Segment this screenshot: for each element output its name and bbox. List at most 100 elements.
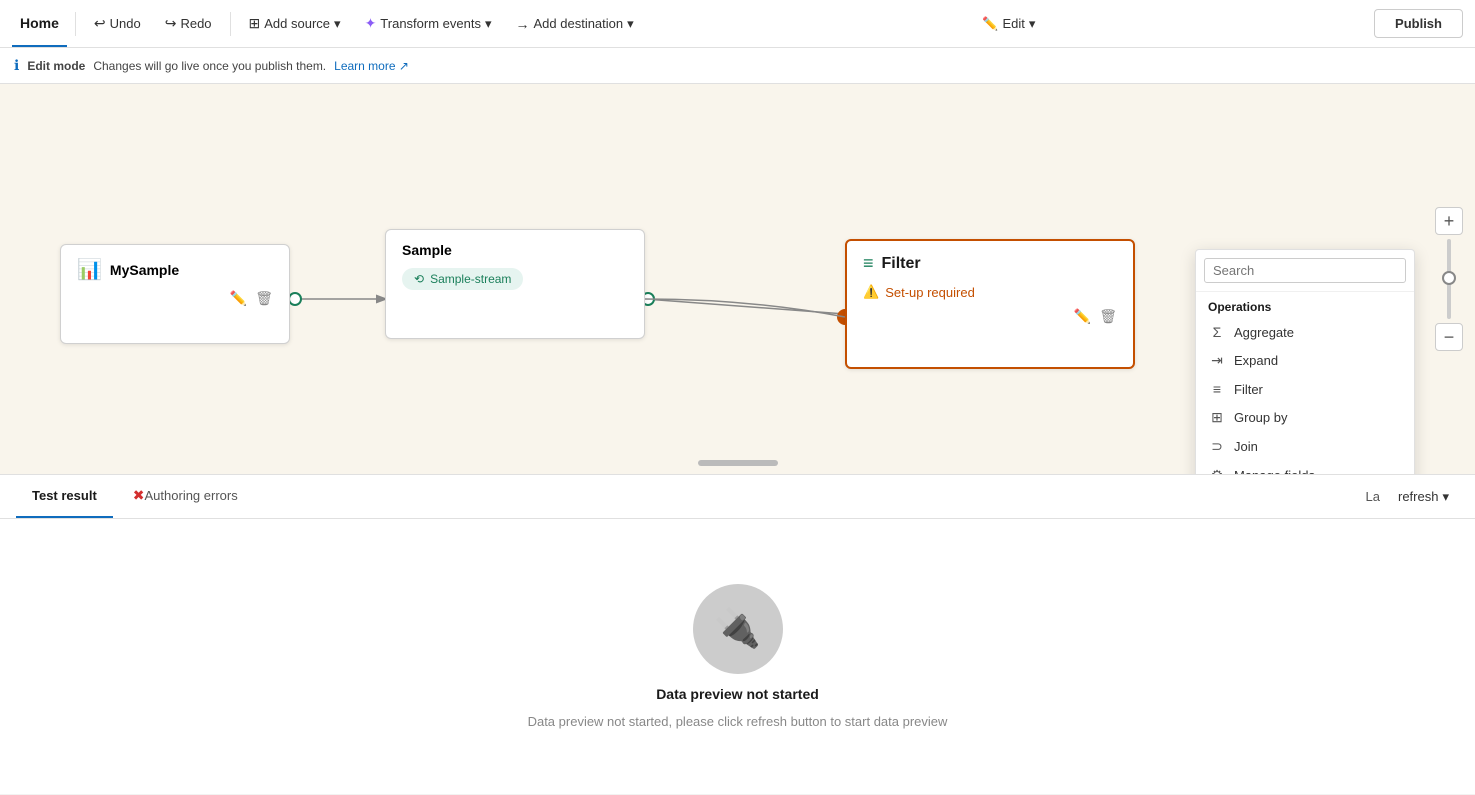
zoom-out-button[interactable]: − bbox=[1435, 323, 1463, 351]
external-link-icon: ↗ bbox=[399, 59, 409, 73]
bottom-tabs: Test result ✖ Authoring errors La refres… bbox=[0, 475, 1475, 519]
dropdown-item-groupby[interactable]: ⊞ Group by bbox=[1196, 403, 1414, 432]
learn-more-label: Learn more bbox=[334, 59, 395, 73]
dropdown-item-expand[interactable]: ⇥ Expand bbox=[1196, 346, 1414, 375]
warning-icon: ⚠️ bbox=[863, 284, 879, 300]
add-source-button[interactable]: ⊞ Add source ▾ bbox=[239, 11, 351, 36]
join-icon: ⊃ bbox=[1208, 438, 1226, 455]
top-bar: Home ↩ Undo ↪ Redo ⊞ Add source ▾ ✦ Tran… bbox=[0, 0, 1475, 48]
filter-title: Filter bbox=[882, 255, 921, 273]
redo-button[interactable]: ↪ Redo bbox=[155, 11, 222, 36]
groupby-label: Group by bbox=[1234, 410, 1287, 425]
add-destination-chevron-icon: ▾ bbox=[627, 16, 634, 32]
sample-node[interactable]: Sample ⟲ Sample-stream bbox=[385, 229, 645, 339]
operations-section-label: Operations bbox=[1196, 292, 1414, 318]
zoom-thumb bbox=[1442, 271, 1456, 285]
refresh-button[interactable]: refresh ▾ bbox=[1388, 485, 1459, 509]
empty-title: Data preview not started bbox=[656, 686, 819, 702]
add-source-icon: ⊞ bbox=[249, 15, 261, 32]
separator2 bbox=[230, 12, 231, 36]
tab-authoring-errors[interactable]: ✖ Authoring errors bbox=[113, 475, 254, 518]
delete-filter-icon[interactable]: 🗑 bbox=[1099, 308, 1117, 325]
edit-button[interactable]: ✏️ Edit ▾ bbox=[972, 12, 1045, 36]
refresh-label-prefix: La bbox=[1366, 489, 1380, 504]
bottom-panel: Test result ✖ Authoring errors La refres… bbox=[0, 474, 1475, 794]
manage-fields-label: Manage fields bbox=[1234, 468, 1315, 474]
transform-icon: ✦ bbox=[365, 15, 377, 32]
add-destination-button[interactable]: → Add destination ▾ bbox=[506, 12, 644, 36]
info-bar: ℹ Edit mode Changes will go live once yo… bbox=[0, 48, 1475, 84]
refresh-label: refresh bbox=[1398, 489, 1438, 504]
add-destination-label: Add destination bbox=[534, 16, 624, 31]
edit-pencil-icon: ✏️ bbox=[982, 16, 998, 32]
edit-node-icon[interactable]: ✏️ bbox=[230, 290, 247, 307]
learn-more-link[interactable]: Learn more ↗ bbox=[334, 59, 409, 73]
publish-button[interactable]: Publish bbox=[1374, 9, 1463, 38]
error-badge: ✖ bbox=[133, 487, 145, 504]
test-result-label: Test result bbox=[32, 488, 97, 503]
zoom-slider[interactable] bbox=[1447, 239, 1451, 319]
delete-node-icon[interactable]: 🗑 bbox=[255, 290, 273, 307]
empty-sub: Data preview not started, please click r… bbox=[528, 714, 948, 729]
dropdown-item-manage-fields[interactable]: ⚙ Manage fields bbox=[1196, 461, 1414, 474]
filter-icon: ≡ bbox=[863, 253, 874, 274]
mysample-header: 📊 MySample bbox=[77, 257, 273, 282]
filter-header: ≡ Filter bbox=[863, 253, 1117, 274]
redo-label: Redo bbox=[180, 16, 211, 31]
add-destination-icon: → bbox=[516, 16, 530, 32]
mysample-title: MySample bbox=[110, 262, 179, 278]
sample-stream-label: Sample-stream bbox=[430, 272, 511, 286]
filter-dropdown-icon: ≡ bbox=[1208, 381, 1226, 397]
tab-test-result[interactable]: Test result bbox=[16, 475, 113, 518]
aggregate-icon: Σ bbox=[1208, 324, 1226, 340]
empty-state: 🔌 Data preview not started Data preview … bbox=[0, 519, 1475, 794]
join-label: Join bbox=[1234, 439, 1258, 454]
canvas-scrollbar[interactable] bbox=[698, 460, 778, 466]
mysample-node[interactable]: 📊 MySample ✏️ 🗑 bbox=[60, 244, 290, 344]
dropdown-item-join[interactable]: ⊃ Join bbox=[1196, 432, 1414, 461]
mysample-actions: ✏️ 🗑 bbox=[77, 290, 273, 307]
add-source-label: Add source bbox=[264, 16, 330, 31]
edit-filter-icon[interactable]: ✏️ bbox=[1074, 308, 1091, 325]
canvas-area: 📊 MySample ✏️ 🗑 Sample ⟲ Sample-stream ≡… bbox=[0, 84, 1475, 474]
mysample-icon: 📊 bbox=[77, 257, 102, 282]
publish-label: Publish bbox=[1395, 16, 1442, 31]
empty-icon-circle: 🔌 bbox=[693, 584, 783, 674]
filter-node[interactable]: ≡ Filter ⚠️ Set-up required ✏️ 🗑 bbox=[845, 239, 1135, 369]
transform-label: Transform events bbox=[380, 16, 481, 31]
setup-required-label: Set-up required bbox=[885, 285, 975, 300]
add-source-chevron-icon: ▾ bbox=[334, 16, 341, 32]
dropdown-item-filter[interactable]: ≡ Filter bbox=[1196, 375, 1414, 403]
zoom-controls: + − bbox=[1435, 207, 1463, 351]
info-message: Changes will go live once you publish th… bbox=[93, 59, 326, 73]
groupby-icon: ⊞ bbox=[1208, 409, 1226, 426]
setup-required: ⚠️ Set-up required bbox=[863, 284, 1117, 300]
operations-dropdown: Operations Σ Aggregate ⇥ Expand ≡ Filter… bbox=[1195, 249, 1415, 474]
undo-button[interactable]: ↩ Undo bbox=[84, 11, 151, 36]
undo-icon: ↩ bbox=[94, 15, 106, 32]
edit-mode-label: Edit mode bbox=[27, 59, 85, 73]
dropdown-search-container bbox=[1196, 250, 1414, 292]
manage-fields-icon: ⚙ bbox=[1208, 467, 1226, 474]
transform-events-button[interactable]: ✦ Transform events ▾ bbox=[355, 11, 502, 36]
zoom-in-button[interactable]: + bbox=[1435, 207, 1463, 235]
transform-chevron-icon: ▾ bbox=[485, 16, 492, 32]
expand-label: Expand bbox=[1234, 353, 1278, 368]
authoring-errors-label: Authoring errors bbox=[145, 488, 238, 503]
app-title: Home bbox=[12, 0, 67, 47]
search-input[interactable] bbox=[1204, 258, 1406, 283]
redo-icon: ↪ bbox=[165, 15, 177, 32]
error-circle-icon: ✖ bbox=[133, 487, 145, 504]
edit-chevron-icon: ▾ bbox=[1029, 16, 1036, 32]
aggregate-label: Aggregate bbox=[1234, 325, 1294, 340]
filter-label: Filter bbox=[1234, 382, 1263, 397]
sample-stream-chip: ⟲ Sample-stream bbox=[402, 268, 523, 290]
sample-header: Sample bbox=[402, 242, 628, 258]
filter-actions: ✏️ 🗑 bbox=[863, 308, 1117, 325]
stream-chip-icon: ⟲ bbox=[414, 272, 424, 286]
dropdown-item-aggregate[interactable]: Σ Aggregate bbox=[1196, 318, 1414, 346]
expand-icon: ⇥ bbox=[1208, 352, 1226, 369]
sample-title: Sample bbox=[402, 242, 452, 258]
edit-label: Edit bbox=[1002, 16, 1024, 31]
refresh-chevron-icon: ▾ bbox=[1442, 489, 1449, 505]
